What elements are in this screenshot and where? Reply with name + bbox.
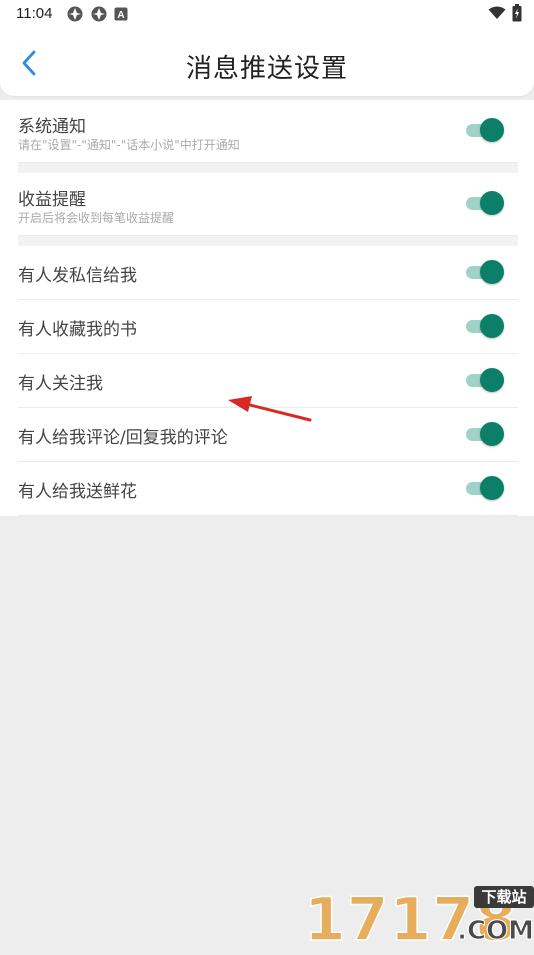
toggle-knob <box>480 422 504 446</box>
app-icon-1 <box>67 6 83 22</box>
settings-list: 系统通知 请在"设置"-"通知"-"话本小说"中打开通知 收益提醒 开启后将会收… <box>0 100 534 516</box>
toggle-knob <box>480 191 504 215</box>
earnings-reminder-toggle[interactable] <box>466 191 504 215</box>
a-icon: A <box>114 7 128 21</box>
toggle-knob <box>480 476 504 500</box>
setting-title: 有人发私信给我 <box>18 266 137 286</box>
setting-title: 有人给我评论/回复我的评论 <box>18 428 228 448</box>
setting-book-favorited: 有人收藏我的书 <box>18 300 518 354</box>
send-flowers-toggle[interactable] <box>466 476 504 500</box>
system-notification-toggle[interactable] <box>466 118 504 142</box>
private-message-toggle[interactable] <box>466 260 504 284</box>
setting-subtitle: 请在"设置"-"通知"-"话本小说"中打开通知 <box>18 138 240 152</box>
setting-title: 有人给我送鲜花 <box>18 482 137 502</box>
book-favorited-toggle[interactable] <box>466 314 504 338</box>
new-follower-toggle[interactable] <box>466 368 504 392</box>
watermark: 17178 下载站 .COM <box>303 886 534 951</box>
toggle-knob <box>480 368 504 392</box>
setting-subtitle: 开启后将会收到每笔收益提醒 <box>18 211 175 225</box>
setting-title: 收益提醒 <box>18 190 86 210</box>
setting-title: 系统通知 <box>18 117 86 137</box>
app-icon-2 <box>91 6 107 22</box>
status-time: 11:04 <box>16 5 53 22</box>
setting-system-notification: 系统通知 请在"设置"-"通知"-"话本小说"中打开通知 <box>18 100 518 163</box>
setting-earnings-reminder: 收益提醒 开启后将会收到每笔收益提醒 <box>18 173 518 236</box>
setting-title: 有人收藏我的书 <box>18 320 137 340</box>
setting-private-message: 有人发私信给我 <box>18 246 518 300</box>
header: 消息推送设置 <box>0 28 534 96</box>
status-icons-right <box>488 4 522 22</box>
status-bar: 11:04 A <box>0 0 534 28</box>
setting-send-flowers: 有人给我送鲜花 <box>18 462 518 516</box>
page-title: 消息推送设置 <box>185 54 348 84</box>
setting-title: 有人关注我 <box>18 374 103 394</box>
section-divider <box>18 236 518 246</box>
status-icons-left: A <box>66 5 128 23</box>
svg-text:A: A <box>117 10 124 21</box>
toggle-knob <box>480 118 504 142</box>
section-divider <box>18 163 518 173</box>
comment-reply-toggle[interactable] <box>466 422 504 446</box>
watermark-domain: .COM <box>457 916 534 947</box>
toggle-knob <box>480 314 504 338</box>
watermark-badge: 下载站 <box>474 886 534 908</box>
toggle-knob <box>480 260 504 284</box>
battery-icon <box>512 4 522 22</box>
wifi-icon <box>488 6 506 19</box>
red-arrow-annotation <box>228 396 312 422</box>
